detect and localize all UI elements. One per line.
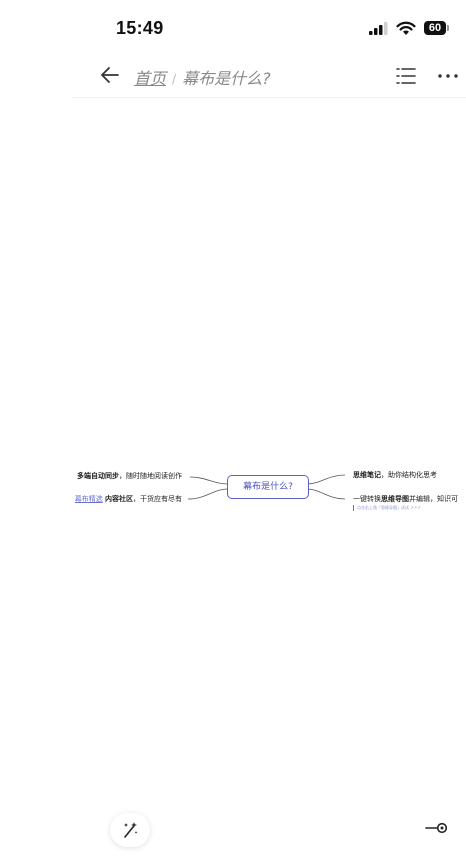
ai-assist-button[interactable] (110, 813, 150, 847)
connector-left-2 (187, 488, 228, 500)
breadcrumb: 首页 / 幕布是什么? (134, 65, 271, 89)
mindmap-node-notes[interactable]: 思维笔记，助你结构化思考 (353, 470, 437, 480)
node-sync-text: ，随时随地阅读创作 (119, 472, 182, 480)
node-community-link[interactable]: 幕布精选 (75, 495, 103, 503)
back-button[interactable] (98, 63, 122, 87)
node-convert-text: 并编辑，知识可 (409, 495, 458, 503)
wifi-icon (396, 21, 416, 35)
status-time: 15:49 (116, 18, 164, 38)
breadcrumb-current: 幕布是什么? (182, 69, 271, 88)
mindmap-node-sync[interactable]: 多端自动同步，随时随地阅读创作 (77, 471, 182, 481)
signal-icon (369, 22, 388, 35)
more-icon (438, 74, 458, 78)
node-notes-bold: 思维笔记 (353, 471, 381, 479)
node-sync-bold: 多端自动同步 (77, 472, 119, 480)
node-convert-bold: 思维导图 (381, 495, 409, 503)
magic-wand-icon (124, 822, 138, 838)
node-community-bold: 内容社区 (105, 495, 133, 503)
breadcrumb-separator: / (172, 72, 177, 86)
connector-icon (425, 822, 448, 834)
battery-icon: 60 (424, 21, 446, 35)
mindmap-node-community[interactable]: 幕布精选 内容社区，干货应有尽有 (75, 494, 182, 504)
outline-button[interactable] (395, 65, 417, 87)
mindmap-canvas[interactable]: 幕布是什么? 多端自动同步，随时随地阅读创作 幕布精选 内容社区，干货应有尽有 … (0, 98, 466, 798)
arrow-left-icon (101, 67, 119, 83)
breadcrumb-home[interactable]: 首页 (134, 69, 166, 88)
connector-left-1 (189, 476, 228, 485)
node-community-text: ，干货应有尽有 (133, 495, 182, 503)
node-convert-note: 点击右上角「思维导图」试试 ↗↗↗ (357, 505, 421, 510)
mindmap-node-convert[interactable]: 一键转换思维导图并编辑，知识可 (353, 494, 458, 504)
node-convert-prefix: 一键转换 (353, 495, 381, 503)
status-bar: 15:49 60 (0, 0, 466, 58)
connector-right-2 (306, 488, 346, 500)
mindmap-root-node[interactable]: 幕布是什么? (227, 475, 309, 499)
connector-right-1 (306, 474, 346, 485)
battery-cap (447, 25, 449, 31)
node-note-marker (353, 505, 354, 511)
list-icon (396, 68, 416, 84)
node-notes-text: ，助你结构化思考 (381, 471, 437, 479)
node-connector-button[interactable] (425, 820, 449, 836)
mindmap-connectors (187, 474, 346, 500)
more-button[interactable] (437, 65, 459, 87)
